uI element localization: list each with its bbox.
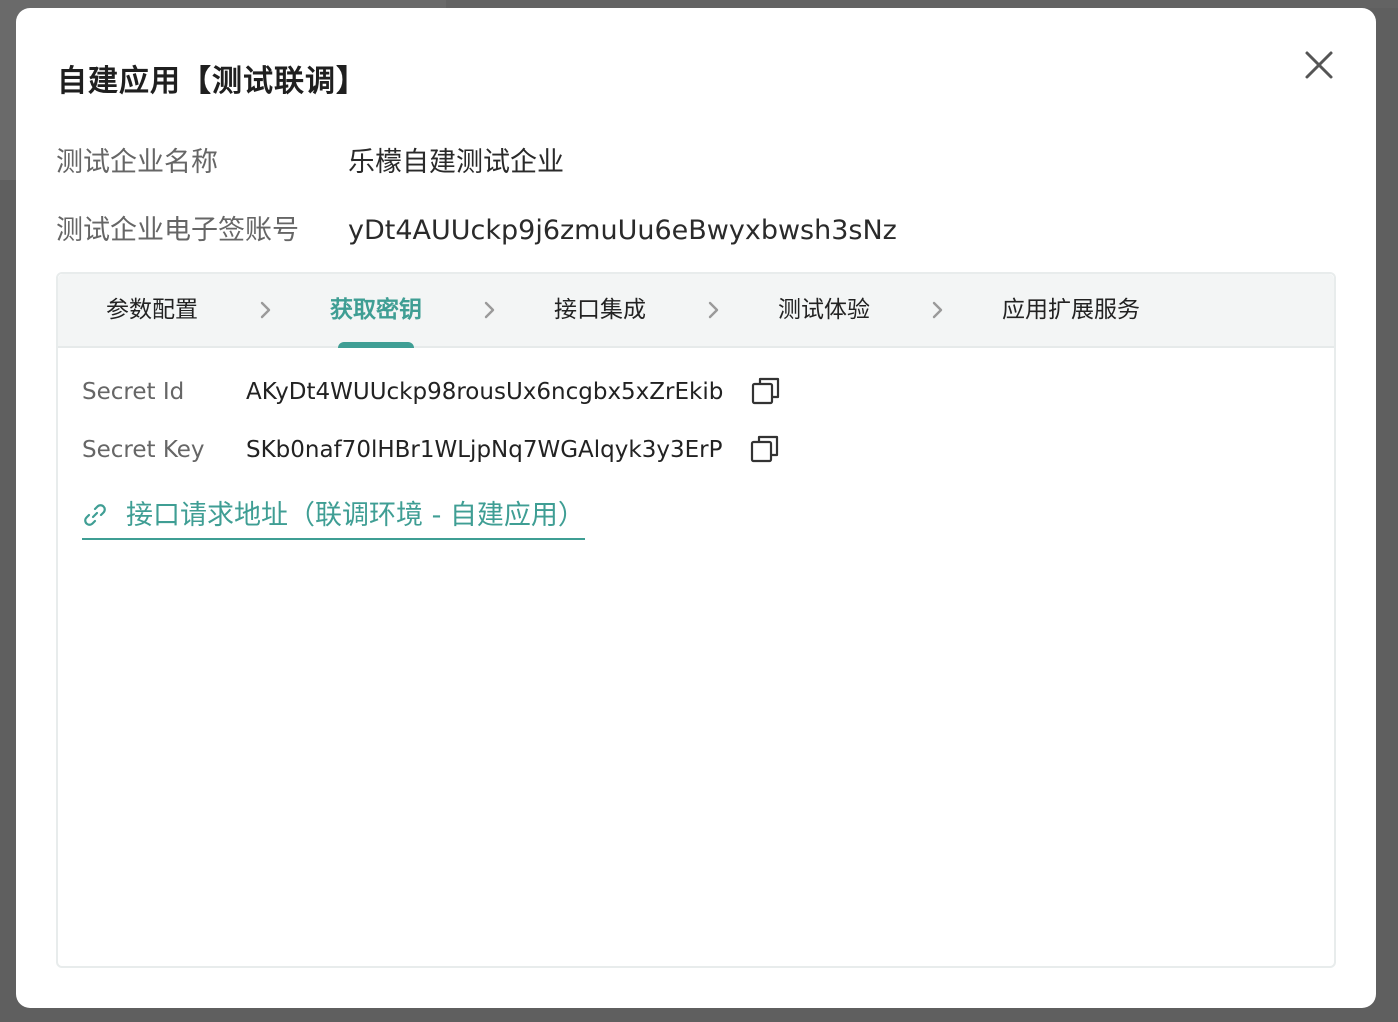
account-row: 测试企业电子签账号 yDt4AUUckp9j6zmuUu6eBwyxbwsh3sN… xyxy=(56,208,897,247)
secret-key-row: Secret Key SKb0naf70lHBr1WLjpNq7WGAlqyk3y… xyxy=(82,430,780,470)
step-api-integration[interactable]: 接口集成 xyxy=(554,274,646,346)
company-name-row: 测试企业名称 乐檬自建测试企业 xyxy=(56,140,564,179)
step-label: 应用扩展服务 xyxy=(1002,297,1140,323)
chevron-right-icon xyxy=(484,301,495,319)
close-icon xyxy=(1305,51,1333,79)
step-label: 参数配置 xyxy=(106,297,198,323)
background-panel xyxy=(446,0,1398,8)
step-label: 测试体验 xyxy=(778,297,870,323)
chevron-right-icon xyxy=(708,301,719,319)
copy-icon[interactable] xyxy=(751,376,781,406)
chevron-right-icon xyxy=(260,301,271,319)
step-label: 获取密钥 xyxy=(330,297,422,323)
config-card: 参数配置 获取密钥 接口集成 测试体验 应用扩展服务 Secret Id AKy… xyxy=(56,272,1336,968)
step-test-experience[interactable]: 测试体验 xyxy=(778,274,870,346)
secret-key-value: SKb0naf70lHBr1WLjpNq7WGAlqyk3y3ErP xyxy=(246,437,723,463)
step-app-extension[interactable]: 应用扩展服务 xyxy=(1002,274,1140,346)
account-value: yDt4AUUckp9j6zmuUu6eBwyxbwsh3sNz xyxy=(348,215,897,246)
secret-id-row: Secret Id AKyDt4WUUckp98rousUx6ncgbx5xZrE… xyxy=(82,372,781,412)
step-get-secret[interactable]: 获取密钥 xyxy=(330,274,422,348)
chevron-right-icon xyxy=(932,301,943,319)
link-icon xyxy=(84,503,106,526)
api-endpoint-link[interactable]: 接口请求地址（联调环境 - 自建应用） xyxy=(82,494,585,540)
copy-icon[interactable] xyxy=(750,434,780,464)
company-name-label: 测试企业名称 xyxy=(56,147,218,178)
account-label: 测试企业电子签账号 xyxy=(56,215,299,246)
active-step-indicator xyxy=(338,342,414,348)
dialog-title: 自建应用【测试联调】 xyxy=(57,64,367,99)
secret-id-label: Secret Id xyxy=(82,379,185,405)
secret-key-label: Secret Key xyxy=(82,437,205,463)
step-label: 接口集成 xyxy=(554,297,646,323)
company-name-value: 乐檬自建测试企业 xyxy=(348,147,564,178)
close-button[interactable] xyxy=(1302,48,1336,82)
dialog: 自建应用【测试联调】 测试企业名称 乐檬自建测试企业 测试企业电子签账号 yDt4A… xyxy=(16,8,1376,1008)
api-endpoint-link-text: 接口请求地址（联调环境 - 自建应用） xyxy=(126,500,585,531)
secret-id-value: AKyDt4WUUckp98rousUx6ncgbx5xZrEkib xyxy=(246,379,724,405)
steps-bar: 参数配置 获取密钥 接口集成 测试体验 应用扩展服务 xyxy=(58,274,1334,348)
step-parameter-config[interactable]: 参数配置 xyxy=(106,274,198,346)
